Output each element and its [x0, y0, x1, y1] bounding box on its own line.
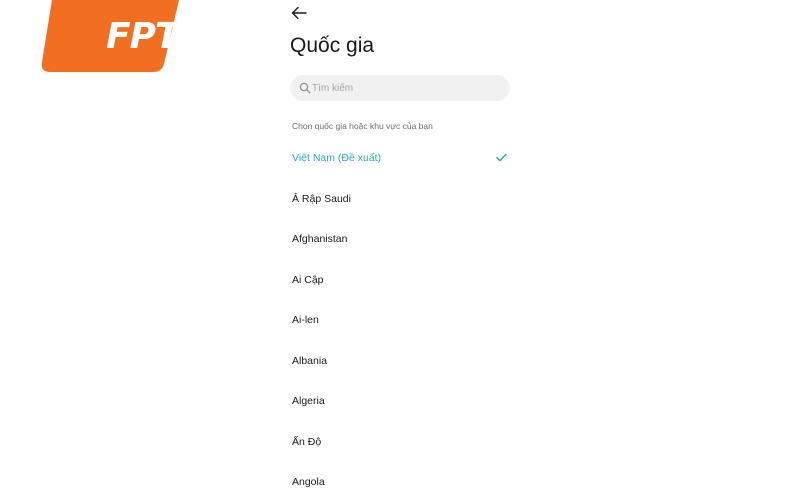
fpt-logo: FPT ® — [38, 0, 188, 74]
country-label: Afghanistan — [292, 233, 348, 245]
logo-wordmark: FPT — [106, 16, 180, 57]
country-label: Ấn Độ — [292, 435, 322, 448]
page: FPT ® Quốc gia Chọn quốc gia hoặc khu vự… — [0, 0, 800, 500]
country-item-egypt[interactable]: Ai Cập — [290, 265, 510, 306]
arrow-left-icon — [291, 6, 307, 20]
search-bar[interactable] — [290, 75, 510, 101]
back-button[interactable] — [290, 4, 308, 22]
search-icon — [299, 82, 311, 94]
country-label: Algeria — [292, 395, 325, 407]
country-label: Việt Nam (Đề xuất) — [292, 152, 382, 164]
country-item-algeria[interactable]: Algeria — [290, 386, 510, 427]
section-label: Chọn quốc gia hoặc khu vực của bạn — [292, 121, 433, 131]
country-panel: Quốc gia Chọn quốc gia hoặc khu vực của … — [290, 0, 512, 500]
country-item-india[interactable]: Ấn Độ — [290, 427, 510, 468]
country-list: Việt Nam (Đề xuất) Ả Rập Saudi Afghanist… — [290, 143, 510, 500]
country-label: Ả Rập Saudi — [292, 192, 351, 205]
country-label: Angola — [292, 476, 325, 488]
country-item-saudi-arabia[interactable]: Ả Rập Saudi — [290, 184, 510, 225]
country-item-vietnam[interactable]: Việt Nam (Đề xuất) — [290, 143, 510, 184]
check-icon — [496, 153, 507, 162]
registered-mark: ® — [181, 45, 188, 55]
search-input[interactable] — [312, 75, 502, 101]
country-item-afghanistan[interactable]: Afghanistan — [290, 224, 510, 265]
country-item-ireland[interactable]: Ai-len — [290, 305, 510, 346]
page-title: Quốc gia — [290, 34, 375, 57]
country-item-angola[interactable]: Angola — [290, 467, 510, 500]
country-label: Albania — [292, 354, 328, 367]
country-item-albania[interactable]: Albania — [290, 346, 510, 387]
country-label: Ai-len — [292, 314, 319, 326]
country-label: Ai Cập — [292, 273, 324, 286]
